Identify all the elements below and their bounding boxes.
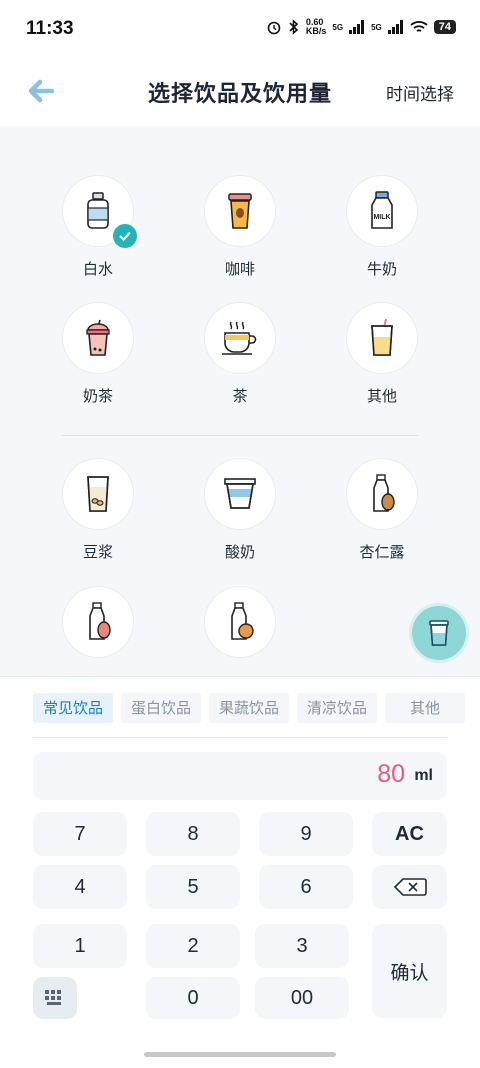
drink-cup-fab[interactable] — [412, 606, 466, 660]
signal-label-1: 5G — [332, 22, 344, 32]
tab-fruit-veg-drinks[interactable]: 果蔬饮品 — [209, 693, 290, 723]
signal-icon-2 — [387, 20, 403, 34]
coffee-cup-icon — [228, 193, 252, 229]
backspace-button[interactable] — [372, 865, 447, 909]
drink-circle — [205, 587, 275, 657]
alarm-icon — [267, 21, 281, 35]
bluetooth-icon — [289, 19, 299, 35]
drink-label: 其他 — [366, 387, 397, 405]
drink-label: 咖啡 — [224, 260, 255, 278]
drink-grid: 白水 咖啡 MILK 牛奶 奶茶 茶 其他 豆浆 酸奶 杏仁露 — [0, 126, 480, 676]
drink-circle — [205, 176, 275, 246]
net-speed-unit: KB/s — [305, 26, 327, 36]
backspace-icon — [393, 878, 427, 896]
key-6[interactable]: 6 — [259, 865, 353, 909]
drink-circle — [63, 176, 139, 250]
drink-circle: MILK — [347, 176, 417, 246]
drink-item-yogurt[interactable]: 酸奶 — [190, 459, 290, 562]
keyboard-toggle-button[interactable] — [33, 977, 77, 1019]
drink-circle — [347, 459, 417, 529]
drink-label: 酸奶 — [224, 543, 255, 561]
milk-bottle-icon: MILK — [371, 191, 393, 229]
other-drink-icon — [371, 318, 393, 356]
key-3[interactable]: 3 — [255, 924, 349, 968]
amount-value: 80 — [377, 760, 405, 788]
drink-label: 茶 — [232, 387, 248, 405]
status-icons: 0.60 KB/s 5G 5G 74 — [266, 18, 456, 36]
key-2[interactable]: 2 — [146, 924, 240, 968]
key-7[interactable]: 7 — [33, 812, 127, 856]
drink-label: 奶茶 — [82, 387, 113, 405]
input-panel: 常见饮品 蛋白饮品 果蔬饮品 清凉饮品 其他 80 ml 7 8 9 AC 4 … — [0, 676, 480, 1068]
drink-label: 杏仁露 — [359, 543, 405, 561]
drink-item-milk-tea[interactable]: 奶茶 — [48, 303, 148, 406]
water-bottle-icon — [87, 192, 109, 229]
tabs-divider — [33, 737, 447, 738]
selected-check-icon — [111, 222, 139, 250]
amount-unit: ml — [414, 767, 433, 784]
status-bar: 11:33 0.60 KB/s 5G 5G 74 — [0, 0, 480, 60]
svg-text:MILK: MILK — [373, 214, 390, 221]
drink-circle — [347, 303, 417, 373]
key-0[interactable]: 0 — [146, 977, 240, 1019]
status-time: 11:33 — [26, 18, 74, 39]
home-indicator[interactable] — [144, 1052, 336, 1057]
tab-other[interactable]: 其他 — [385, 693, 466, 723]
drink-label: 白水 — [82, 260, 113, 278]
key-4[interactable]: 4 — [33, 865, 127, 909]
signal-label-2: 5G — [371, 22, 382, 32]
drink-item-water[interactable]: 白水 — [48, 176, 148, 279]
drink-item-partial-1[interactable] — [48, 587, 148, 657]
battery-indicator: 74 — [433, 20, 456, 34]
drink-item-soy-milk[interactable]: 豆浆 — [48, 459, 148, 562]
wifi-icon — [410, 21, 428, 32]
drink-item-other[interactable]: 其他 — [332, 303, 432, 406]
drink-circle — [63, 587, 133, 657]
drink-item-partial-2[interactable] — [190, 587, 290, 657]
keyboard-icon — [45, 990, 61, 1005]
drink-circle — [63, 459, 133, 529]
tea-cup-icon — [222, 321, 257, 355]
drink-item-almond-milk[interactable]: 杏仁露 — [332, 459, 432, 562]
key-clear[interactable]: AC — [372, 812, 447, 856]
yogurt-icon — [224, 478, 256, 509]
time-select-button[interactable]: 时间选择 — [386, 80, 454, 105]
cup-icon — [429, 620, 449, 646]
key-9[interactable]: 9 — [259, 812, 353, 856]
drink-circle — [63, 303, 133, 373]
milk-tea-icon — [86, 319, 110, 356]
nut-milk-icon — [89, 602, 111, 640]
key-1[interactable]: 1 — [33, 924, 127, 968]
tab-protein-drinks[interactable]: 蛋白饮品 — [121, 693, 202, 723]
drink-item-milk[interactable]: MILK 牛奶 — [332, 176, 432, 279]
tab-common-drinks[interactable]: 常见饮品 — [33, 693, 114, 723]
soy-milk-icon — [87, 476, 109, 512]
category-tabs: 常见饮品 蛋白饮品 果蔬饮品 清凉饮品 其他 — [33, 693, 466, 723]
top-app-bar: 选择饮品及饮用量 时间选择 — [0, 60, 480, 126]
tab-cool-drinks[interactable]: 清凉饮品 — [297, 693, 378, 723]
amount-display: 80 ml — [33, 752, 447, 800]
drink-circle — [205, 459, 275, 529]
drink-label: 牛奶 — [366, 260, 397, 278]
almond-milk-icon — [373, 474, 395, 512]
signal-icon — [349, 20, 365, 34]
net-speed: 0.60 KB/s — [306, 18, 327, 36]
key-00[interactable]: 00 — [255, 977, 349, 1019]
section-divider — [62, 435, 418, 436]
drink-item-coffee[interactable]: 咖啡 — [190, 176, 290, 279]
drink-circle — [205, 303, 275, 373]
walnut-milk-icon — [231, 602, 254, 640]
drink-label: 豆浆 — [82, 543, 113, 561]
drink-item-tea[interactable]: 茶 — [190, 303, 290, 406]
confirm-button[interactable]: 确认 — [372, 924, 447, 1018]
key-5[interactable]: 5 — [146, 865, 240, 909]
key-8[interactable]: 8 — [146, 812, 240, 856]
